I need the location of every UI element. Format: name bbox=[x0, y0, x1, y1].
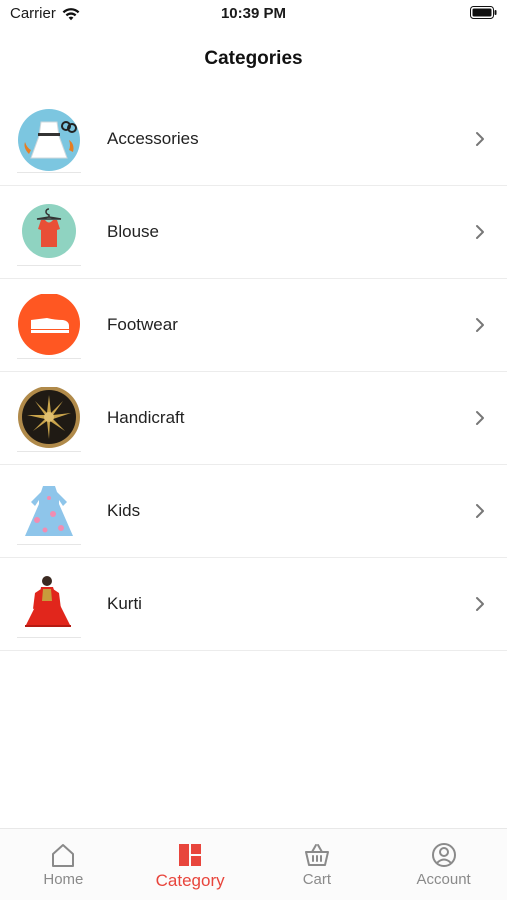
battery-icon bbox=[470, 6, 497, 19]
account-icon bbox=[431, 843, 456, 867]
category-label: Kids bbox=[107, 501, 141, 520]
footwear-thumbnail bbox=[17, 294, 81, 359]
category-row-blouse[interactable]: Blouse bbox=[0, 186, 507, 279]
tab-cart[interactable]: Cart bbox=[254, 829, 381, 900]
tab-label: Account bbox=[416, 871, 471, 888]
app-screen: Carrier 10:39 PM Categories Accessories … bbox=[0, 0, 507, 900]
chevron-right-icon bbox=[476, 318, 484, 332]
category-label: Accessories bbox=[107, 129, 199, 148]
kurti-thumbnail bbox=[17, 576, 81, 638]
tab-label: Cart bbox=[302, 871, 332, 888]
home-icon bbox=[52, 844, 75, 867]
category-icon bbox=[179, 844, 202, 866]
category-row-kurti[interactable]: Kurti bbox=[0, 558, 507, 651]
category-label: Handicraft bbox=[107, 408, 185, 427]
category-label: Footwear bbox=[107, 315, 178, 334]
tab-label: Home bbox=[43, 871, 84, 888]
category-label: Blouse bbox=[107, 222, 159, 241]
kids-dress-thumbnail bbox=[17, 486, 81, 545]
chevron-right-icon bbox=[476, 411, 484, 425]
chevron-right-icon bbox=[476, 597, 484, 611]
category-label: Kurti bbox=[107, 594, 142, 613]
accessories-thumbnail bbox=[17, 109, 81, 173]
chevron-right-icon bbox=[476, 225, 484, 239]
category-row-handicraft[interactable]: Handicraft bbox=[0, 372, 507, 465]
chevron-right-icon bbox=[476, 132, 484, 146]
category-row-footwear[interactable]: Footwear bbox=[0, 279, 507, 372]
tab-category[interactable]: Category bbox=[127, 829, 254, 900]
status-right bbox=[470, 6, 497, 23]
blouse-thumbnail bbox=[17, 204, 81, 266]
tab-label: Category bbox=[155, 871, 225, 890]
page-title: Categories bbox=[204, 48, 303, 69]
handicraft-thumbnail bbox=[17, 387, 81, 452]
bottom-tab-bar: Home Category Cart Account bbox=[0, 828, 507, 900]
tab-account[interactable]: Account bbox=[380, 829, 507, 900]
category-row-kids[interactable]: Kids bbox=[0, 465, 507, 558]
chevron-right-icon bbox=[476, 504, 484, 518]
tab-home[interactable]: Home bbox=[0, 829, 127, 900]
status-bar: Carrier 10:39 PM bbox=[0, 0, 507, 28]
category-row-accessories[interactable]: Accessories bbox=[0, 93, 507, 186]
basket-icon bbox=[304, 844, 329, 866]
status-time: 10:39 PM bbox=[220, 5, 287, 22]
category-list: Accessories Blouse Footwear Handicraft K… bbox=[0, 93, 507, 651]
